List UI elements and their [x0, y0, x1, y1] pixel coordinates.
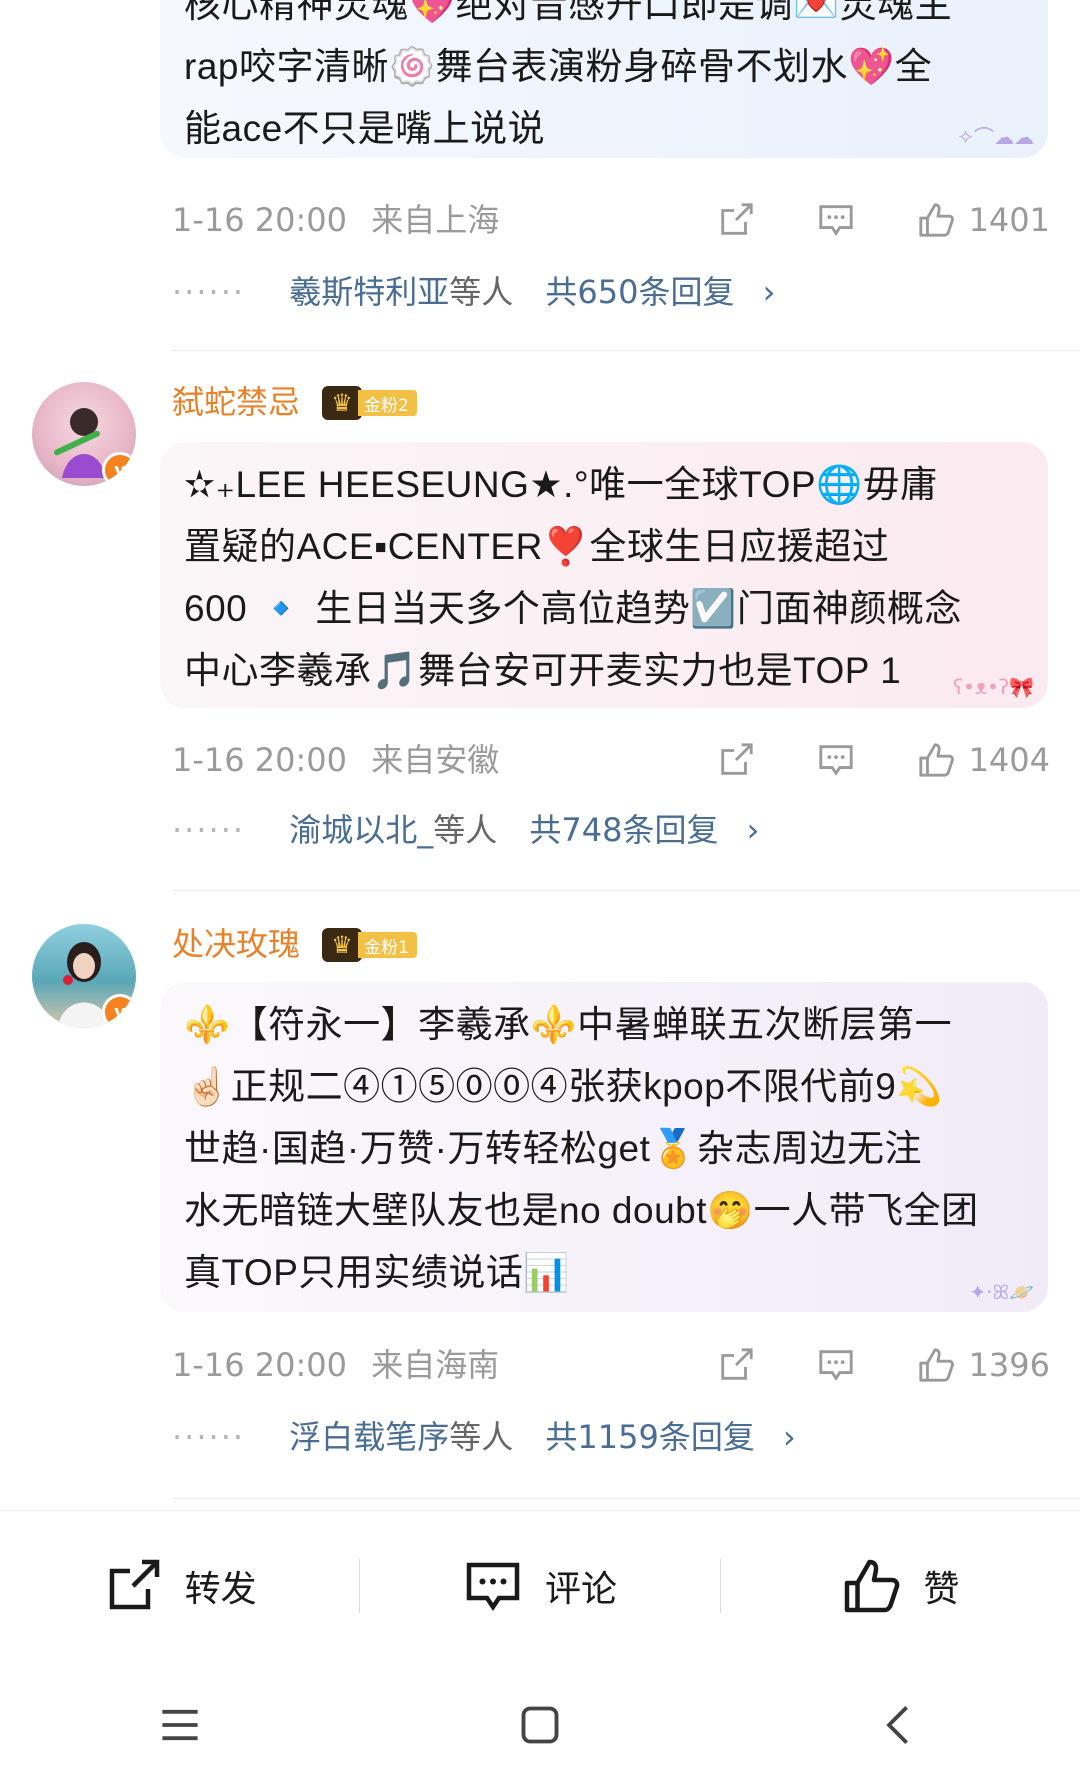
comment-icon[interactable]: [817, 1346, 855, 1384]
bubble-sticker: ʕ•ᴥ•ʔ🎀: [952, 675, 1034, 699]
divider: [172, 1498, 1080, 1499]
system-nav-bar: [0, 1660, 1080, 1789]
comment-text: ✫₊LEE HEESEUNG★.°唯一全球TOP🌐毋庸 置疑的ACE▪CENTE…: [184, 464, 962, 691]
bubble-sticker: ✧⌒☁︎☁︎: [957, 125, 1034, 149]
timestamp: 1-16 20:00: [172, 741, 348, 779]
comment-actions: 1396: [655, 1345, 1050, 1385]
chevron-right-icon: ›: [746, 811, 760, 849]
comment-actions: 1401: [655, 200, 1050, 240]
crown-icon: ♛: [322, 386, 362, 420]
back-icon[interactable]: [878, 1703, 922, 1747]
replies-dots: ······: [172, 273, 246, 311]
replies-link[interactable]: ······ 羲斯特利亚等人 共650条回复 ›: [172, 272, 775, 312]
comment-button[interactable]: 评论: [360, 1556, 719, 1616]
repost-icon[interactable]: [717, 741, 755, 779]
chevron-right-icon: ›: [783, 1418, 796, 1456]
reply-who: 等人: [433, 811, 498, 849]
comment-text: ⚜️【符永一】李羲承⚜️中暑蝉联五次断层第一 ☝🏻正规二④①⑤⓪⓪④张获kpop…: [184, 1004, 979, 1293]
comment-meta: 1-16 20:00 来自海南: [172, 1345, 499, 1385]
repost-icon: [109, 1559, 159, 1610]
reply-who: 等人: [449, 273, 514, 311]
reply-names[interactable]: 渝城以北_: [289, 811, 433, 849]
comment-meta: 1-16 20:00 来自上海: [172, 200, 499, 240]
replies-dots: ······: [172, 1418, 246, 1456]
location: 来自上海: [371, 201, 500, 239]
fan-badge: ♛ 金粉2: [322, 386, 417, 420]
verified-badge-icon: v: [102, 994, 136, 1028]
username[interactable]: 弑蛇禁忌: [172, 382, 300, 422]
like-icon[interactable]: [917, 201, 955, 239]
home-icon[interactable]: [518, 1703, 562, 1747]
timestamp: 1-16 20:00: [172, 201, 348, 239]
like-count: 1396: [968, 1346, 1050, 1384]
like-icon[interactable]: [917, 1346, 955, 1384]
verified-badge-icon: v: [102, 452, 136, 486]
repost-icon[interactable]: [717, 201, 755, 239]
comment-icon: [466, 1562, 520, 1612]
like-button[interactable]: 赞: [721, 1556, 1080, 1616]
avatar[interactable]: v: [32, 924, 136, 1028]
reply-total[interactable]: 共748条回复: [529, 811, 718, 849]
reply-total[interactable]: 共1159条回复: [545, 1418, 754, 1456]
avatar[interactable]: v: [32, 382, 136, 486]
replies-dots: ······: [172, 811, 246, 849]
fan-level: 金粉2: [358, 390, 417, 416]
divider: [172, 350, 1080, 351]
comment-meta: 1-16 20:00 来自安徽: [172, 740, 499, 780]
chevron-right-icon: ›: [762, 273, 776, 311]
like-count: 1404: [968, 741, 1050, 779]
menu-icon[interactable]: [158, 1703, 202, 1747]
comment-bubble: 核心精神灵魂💖绝对音感开口即是调💌灵魂主 rap咬字清晰🍥舞台表演粉身碎骨不划水…: [160, 0, 1048, 158]
location: 来自海南: [371, 1346, 500, 1384]
timestamp: 1-16 20:00: [172, 1346, 348, 1384]
repost-button[interactable]: 转发: [0, 1556, 359, 1616]
comment-bubble: ✫₊LEE HEESEUNG★.°唯一全球TOP🌐毋庸 置疑的ACE▪CENTE…: [160, 442, 1048, 708]
reply-names[interactable]: 浮白载笔序: [289, 1418, 449, 1456]
comment-icon[interactable]: [817, 741, 855, 779]
divider: [172, 890, 1080, 891]
like-icon[interactable]: [917, 741, 955, 779]
comment-text: 核心精神灵魂💖绝对音感开口即是调💌灵魂主 rap咬字清晰🍥舞台表演粉身碎骨不划水…: [184, 0, 953, 149]
bubble-sticker: ✦·ꕤ🪐: [969, 1280, 1034, 1304]
username[interactable]: 处决玫瑰: [172, 924, 300, 964]
replies-link[interactable]: ······ 浮白载笔序等人 共1159条回复 ›: [172, 1417, 796, 1457]
reply-names[interactable]: 羲斯特利亚: [289, 273, 449, 311]
comment-label: 评论: [544, 1569, 617, 1610]
comment-actions: 1404: [655, 740, 1050, 780]
fan-level: 金粉1: [358, 932, 417, 958]
fan-badge: ♛ 金粉1: [322, 928, 417, 962]
location: 来自安徽: [371, 741, 500, 779]
bottom-action-bar: 转发 评论 赞: [0, 1510, 1080, 1661]
reply-who: 等人: [449, 1418, 514, 1456]
comment-icon[interactable]: [817, 201, 855, 239]
comment-bubble: ⚜️【符永一】李羲承⚜️中暑蝉联五次断层第一 ☝🏻正规二④①⑤⓪⓪④张获kpop…: [160, 982, 1048, 1312]
repost-icon[interactable]: [717, 1346, 755, 1384]
like-label: 赞: [923, 1569, 960, 1610]
like-count: 1401: [968, 201, 1050, 239]
crown-icon: ♛: [322, 928, 362, 962]
replies-link[interactable]: ······ 渝城以北_等人 共748条回复 ›: [172, 810, 759, 850]
repost-label: 转发: [184, 1569, 257, 1610]
reply-total[interactable]: 共650条回复: [545, 273, 734, 311]
like-icon: [845, 1559, 900, 1613]
